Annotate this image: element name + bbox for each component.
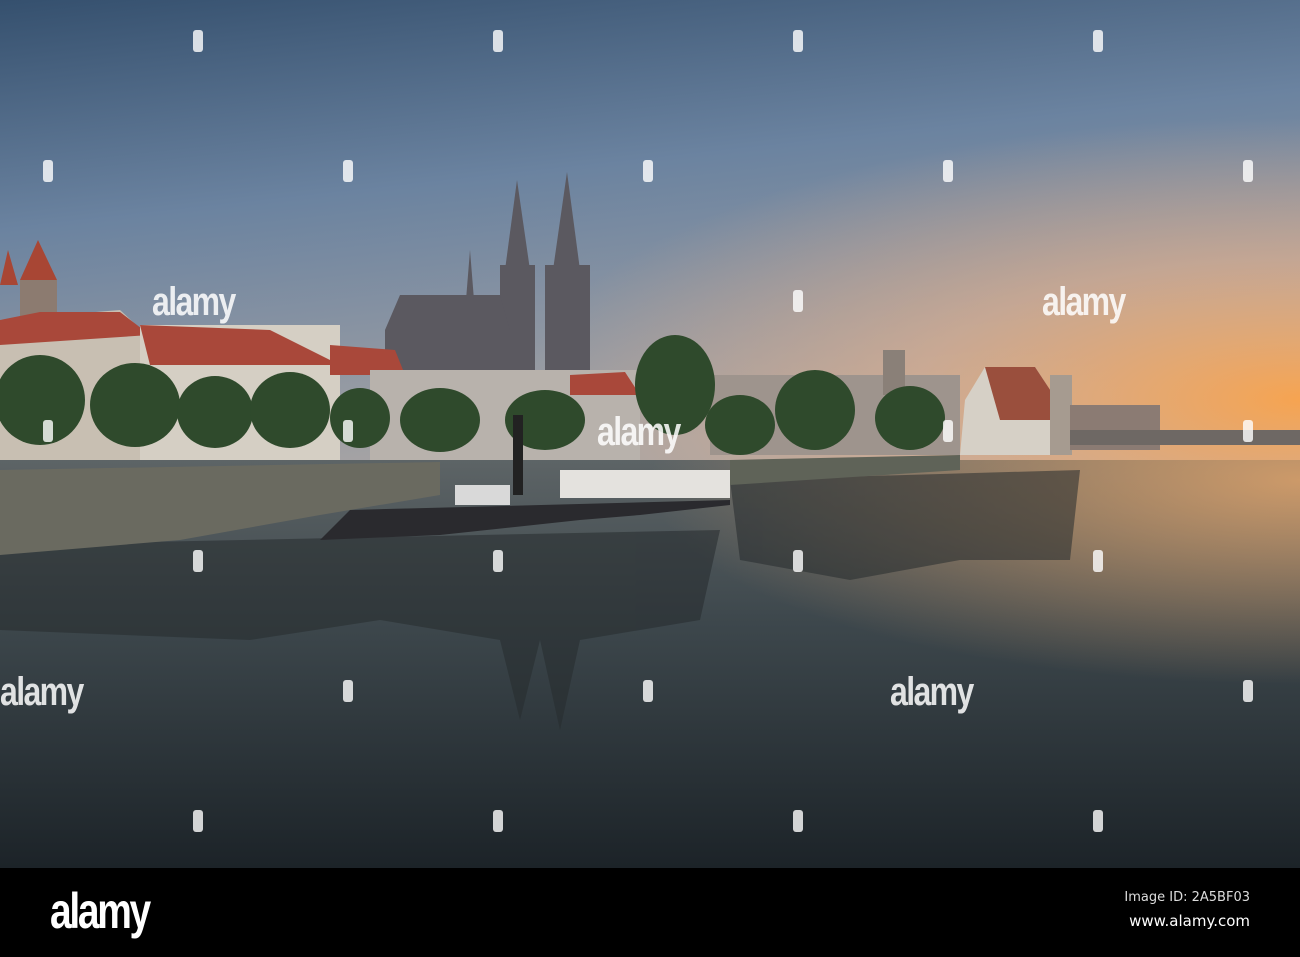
watermark: alamy — [152, 280, 236, 324]
footer-bar: alamy Image ID: 2A5BF03 www.alamy.com — [0, 868, 1300, 957]
watermark-dot — [193, 810, 203, 832]
watermark-dot — [493, 30, 503, 52]
watermark-dot — [493, 810, 503, 832]
watermark: alamy — [0, 670, 84, 714]
watermark-dot — [343, 680, 353, 702]
watermark-dot — [943, 420, 953, 442]
watermark-dot — [1243, 160, 1253, 182]
watermark-dot — [343, 420, 353, 442]
watermark-dot — [793, 810, 803, 832]
watermark-dot — [643, 680, 653, 702]
watermark-dot — [643, 160, 653, 182]
watermark-dot — [943, 160, 953, 182]
watermark-dot — [1243, 680, 1253, 702]
watermark-dot — [193, 550, 203, 572]
image-id: Image ID: 2A5BF03 — [1124, 890, 1250, 905]
watermark-dot — [793, 290, 803, 312]
watermark-dot — [1243, 420, 1253, 442]
watermark-dot — [1093, 550, 1103, 572]
website-link[interactable]: www.alamy.com — [1129, 912, 1250, 930]
watermark-dot — [493, 550, 503, 572]
watermark-dot — [193, 30, 203, 52]
watermark-dot — [43, 160, 53, 182]
watermark: alamy — [597, 410, 681, 454]
watermark-dot — [43, 420, 53, 442]
alamy-logo: alamy — [50, 883, 151, 939]
watermark-dot — [793, 550, 803, 572]
watermark-dot — [793, 30, 803, 52]
watermark: alamy — [1042, 280, 1126, 324]
watermark-dot — [1093, 30, 1103, 52]
watermark-dot — [343, 160, 353, 182]
watermark: alamy — [890, 670, 974, 714]
watermark-dot — [1093, 810, 1103, 832]
